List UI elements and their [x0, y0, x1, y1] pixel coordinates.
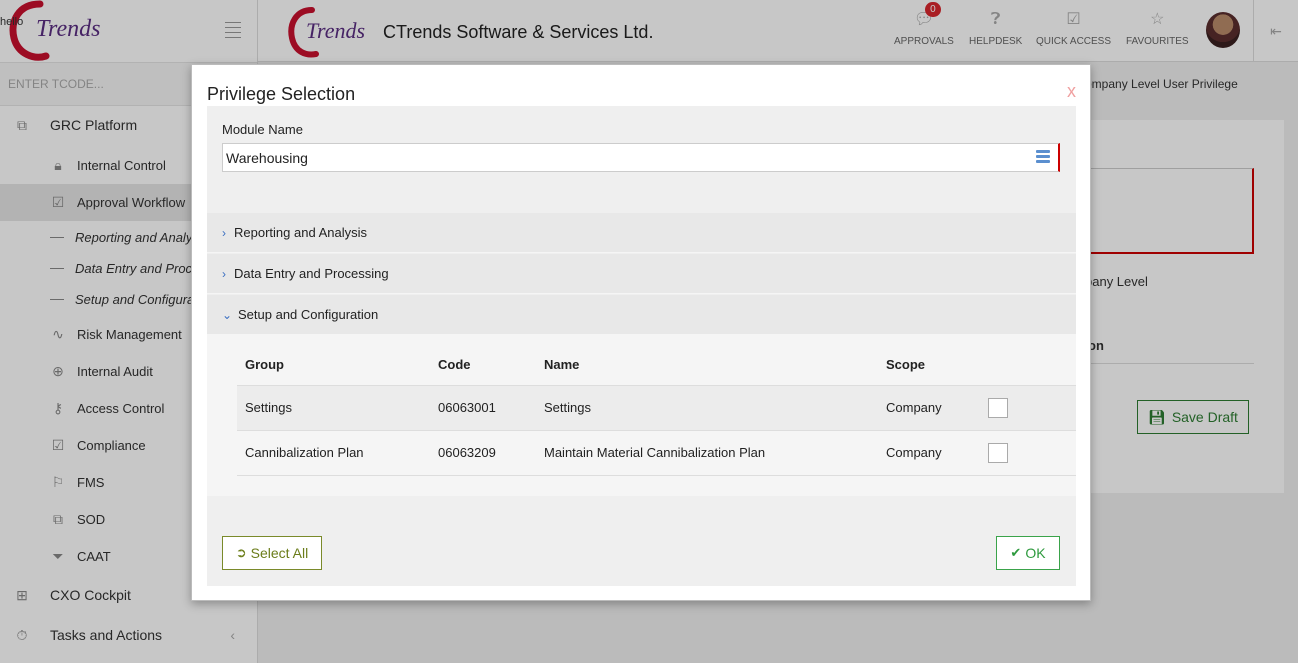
section-title: Reporting and Analysis: [234, 225, 367, 240]
col-header-code: Code: [438, 357, 471, 373]
check-icon: ✔: [1010, 545, 1022, 560]
col-header-name: Name: [544, 357, 580, 373]
close-icon[interactable]: x: [1067, 81, 1076, 102]
ok-button[interactable]: ✔ OK: [996, 536, 1060, 570]
row-checkbox[interactable]: [988, 442, 1008, 463]
col-header-scope: Scope: [886, 357, 926, 373]
cell-select: [980, 384, 1076, 430]
cell-name: Maintain Material Cannibalization Plan: [536, 429, 878, 476]
cell-name: Settings: [536, 384, 878, 430]
select-all-label: Select All: [250, 545, 309, 561]
table-row: Cannibalization Plan 06063209 Maintain M…: [237, 429, 1076, 476]
cell-code: 06063209: [430, 429, 536, 476]
module-name-input[interactable]: Warehousing: [222, 143, 1060, 172]
col-header-group: Group: [245, 357, 284, 373]
ok-label: OK: [1025, 545, 1046, 561]
cell-select: [980, 429, 1076, 476]
cell-group: Cannibalization Plan: [237, 429, 430, 476]
table-header-row: Group Code Name Scope: [237, 345, 1076, 385]
cell-scope: Company: [878, 429, 980, 476]
row-checkbox[interactable]: [988, 397, 1008, 418]
privilege-selection-modal: Privilege Selection x Module Name Wareho…: [191, 64, 1091, 601]
section-title: Setup and Configuration: [238, 307, 379, 322]
module-name-value: Warehousing: [226, 150, 308, 166]
modal-body: Module Name Warehousing › Reporting and …: [207, 106, 1076, 586]
setup-configuration-content: Group Code Name Scope Settings 06063001 …: [207, 335, 1076, 496]
chevron-right-icon: ›: [222, 266, 226, 281]
select-all-button[interactable]: ➲ Select All: [222, 536, 322, 570]
section-title: Data Entry and Processing: [234, 266, 389, 281]
section-data-entry-processing[interactable]: › Data Entry and Processing: [207, 254, 1076, 294]
arrow-circle-right-icon: ➲: [235, 545, 247, 560]
list-icon[interactable]: [1036, 150, 1050, 165]
cell-scope: Company: [878, 384, 980, 430]
chevron-right-icon: ›: [222, 225, 226, 240]
cell-group: Settings: [237, 384, 430, 430]
section-setup-configuration[interactable]: ⌄ Setup and Configuration: [207, 295, 1076, 335]
col-header-select: [980, 345, 1076, 385]
section-reporting-analysis[interactable]: › Reporting and Analysis: [207, 213, 1076, 253]
privilege-table: Group Code Name Scope Settings 06063001 …: [237, 345, 1076, 476]
table-row: Settings 06063001 Settings Company: [237, 384, 1076, 430]
chevron-down-icon: ⌄: [222, 307, 233, 322]
cell-code: 06063001: [430, 384, 536, 430]
modal-title: Privilege Selection: [207, 84, 356, 104]
module-name-label: Module Name: [222, 122, 303, 137]
